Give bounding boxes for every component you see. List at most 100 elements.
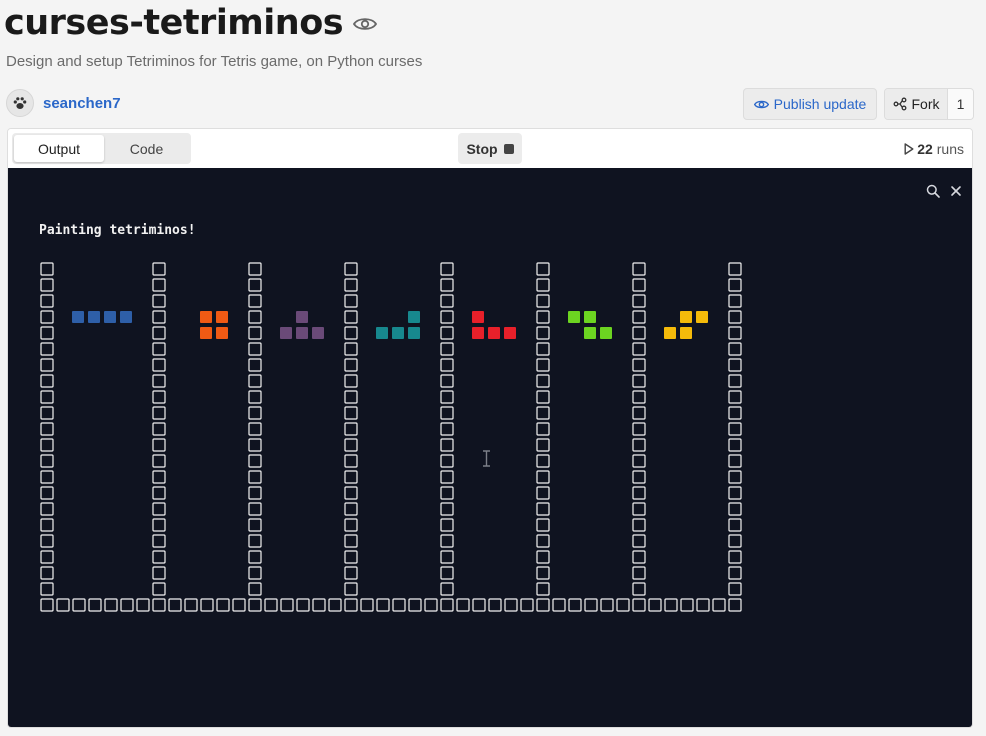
wall-cell	[40, 326, 54, 340]
wall-cell	[632, 326, 646, 340]
wall-cell	[40, 278, 54, 292]
wall-cell	[344, 566, 358, 580]
wall-cell	[440, 326, 454, 340]
tetrimino-T-cell	[296, 327, 308, 339]
floor-cell	[440, 598, 454, 612]
wall-cell	[248, 406, 262, 420]
tetris-board	[40, 262, 742, 612]
floor-cell	[184, 598, 198, 612]
floor-cell	[424, 598, 438, 612]
fork-button[interactable]: Fork	[885, 89, 948, 119]
text-cursor-icon	[483, 450, 490, 467]
tetrimino-O-cell	[200, 311, 212, 323]
close-icon[interactable]	[950, 184, 962, 198]
tab-output[interactable]: Output	[14, 135, 104, 162]
wall-cell	[440, 566, 454, 580]
wall-cell	[248, 454, 262, 468]
tetrimino-Z-cell	[584, 327, 596, 339]
wall-cell	[440, 358, 454, 372]
wall-cell	[248, 502, 262, 516]
floor-cell	[136, 598, 150, 612]
wall-cell	[40, 374, 54, 388]
tetrimino-J-cell	[472, 311, 484, 323]
wall-cell	[344, 390, 358, 404]
wall-cell	[152, 262, 166, 276]
wall-cell	[344, 454, 358, 468]
floor-cell	[120, 598, 134, 612]
tetrimino-I-cell	[104, 311, 116, 323]
tetrimino-S-cell	[680, 311, 692, 323]
wall-cell	[248, 470, 262, 484]
wall-cell	[248, 326, 262, 340]
floor-cell	[568, 598, 582, 612]
wall-cell	[152, 534, 166, 548]
wall-cell	[728, 358, 742, 372]
wall-cell	[40, 502, 54, 516]
search-icon[interactable]	[926, 184, 940, 198]
wall-cell	[536, 326, 550, 340]
wall-cell	[536, 502, 550, 516]
wall-cell	[728, 438, 742, 452]
wall-cell	[152, 390, 166, 404]
play-icon	[904, 142, 914, 155]
wall-cell	[152, 566, 166, 580]
wall-cell	[536, 406, 550, 420]
wall-cell	[440, 438, 454, 452]
wall-cell	[728, 278, 742, 292]
wall-cell	[632, 486, 646, 500]
fork-count[interactable]: 1	[948, 89, 973, 119]
stop-square-icon	[503, 143, 514, 154]
wall-cell	[536, 342, 550, 356]
eye-icon[interactable]	[353, 16, 378, 37]
wall-cell	[152, 550, 166, 564]
floor-cell	[488, 598, 502, 612]
wall-cell	[728, 310, 742, 324]
wall-cell	[344, 502, 358, 516]
wall-cell	[344, 550, 358, 564]
wall-cell	[344, 358, 358, 372]
run-count[interactable]: 22 runs	[904, 133, 964, 164]
wall-cell	[40, 486, 54, 500]
avatar[interactable]	[6, 89, 34, 117]
floor-cell	[584, 598, 598, 612]
wall-cell	[536, 358, 550, 372]
view-tabs: Output Code	[12, 133, 191, 164]
wall-cell	[728, 454, 742, 468]
stop-button[interactable]: Stop	[458, 133, 522, 164]
floor-cell	[104, 598, 118, 612]
wall-cell	[440, 582, 454, 596]
tab-code[interactable]: Code	[104, 135, 189, 162]
tetrimino-O-cell	[216, 327, 228, 339]
wall-cell	[40, 406, 54, 420]
wall-cell	[248, 262, 262, 276]
wall-cell	[40, 454, 54, 468]
wall-cell	[632, 358, 646, 372]
wall-cell	[40, 566, 54, 580]
floor-cell	[664, 598, 678, 612]
wall-cell	[440, 422, 454, 436]
wall-cell	[344, 406, 358, 420]
wall-cell	[632, 454, 646, 468]
tetrimino-O-cell	[216, 311, 228, 323]
wall-cell	[248, 438, 262, 452]
floor-cell	[680, 598, 694, 612]
wall-cell	[440, 342, 454, 356]
wall-cell	[40, 310, 54, 324]
tetrimino-S-cell	[664, 327, 676, 339]
wall-cell	[728, 342, 742, 356]
wall-cell	[632, 342, 646, 356]
wall-cell	[728, 566, 742, 580]
wall-cell	[440, 374, 454, 388]
wall-cell	[440, 262, 454, 276]
tetrimino-J-cell	[504, 327, 516, 339]
author-link[interactable]: seanchen7	[43, 95, 121, 112]
wall-cell	[440, 502, 454, 516]
wall-cell	[632, 518, 646, 532]
terminal-output[interactable]: Painting tetriminos!	[8, 168, 972, 727]
wall-cell	[248, 294, 262, 308]
wall-cell	[248, 358, 262, 372]
wall-cell	[152, 310, 166, 324]
floor-cell	[408, 598, 422, 612]
publish-update-button[interactable]: Publish update	[743, 88, 877, 120]
floor-cell	[168, 598, 182, 612]
